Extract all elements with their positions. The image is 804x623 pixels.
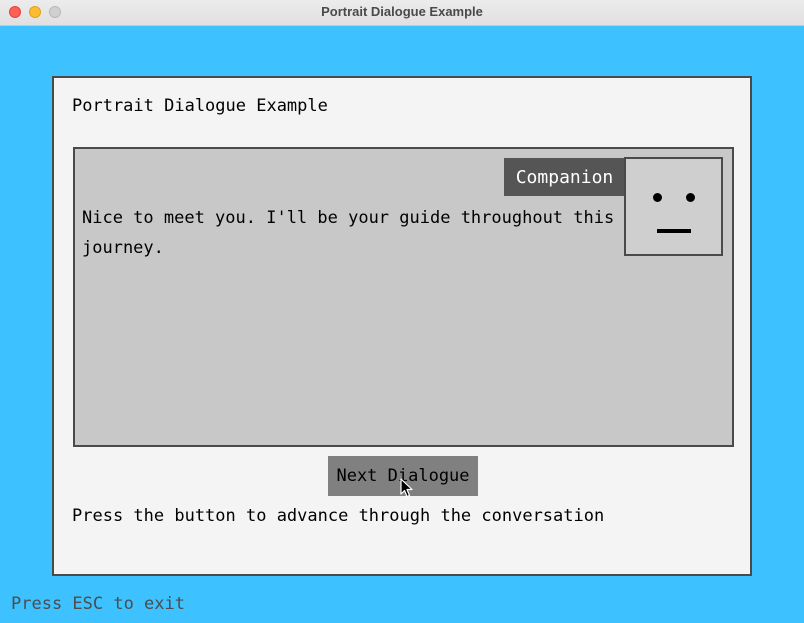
dialogue-box: Nice to meet you. I'll be your guide thr… — [73, 147, 734, 447]
mouse-pointer-icon — [400, 478, 413, 498]
title-bar: Portrait Dialogue Example — [0, 0, 804, 26]
portrait-mouth — [657, 229, 691, 233]
instruction-text: Press the button to advance through the … — [72, 506, 605, 526]
portrait-left-eye — [653, 193, 662, 202]
dialogue-text: Nice to meet you. I'll be your guide thr… — [82, 208, 615, 258]
portrait-right-eye — [686, 193, 695, 202]
window-title: Portrait Dialogue Example — [321, 4, 483, 19]
speaker-name-tag: Companion — [504, 158, 625, 196]
neutral-face-icon — [624, 157, 723, 256]
exit-hint: Press ESC to exit — [11, 594, 185, 614]
panel-title: Portrait Dialogue Example — [72, 96, 328, 116]
main-panel: Portrait Dialogue Example Nice to meet y… — [52, 76, 752, 576]
